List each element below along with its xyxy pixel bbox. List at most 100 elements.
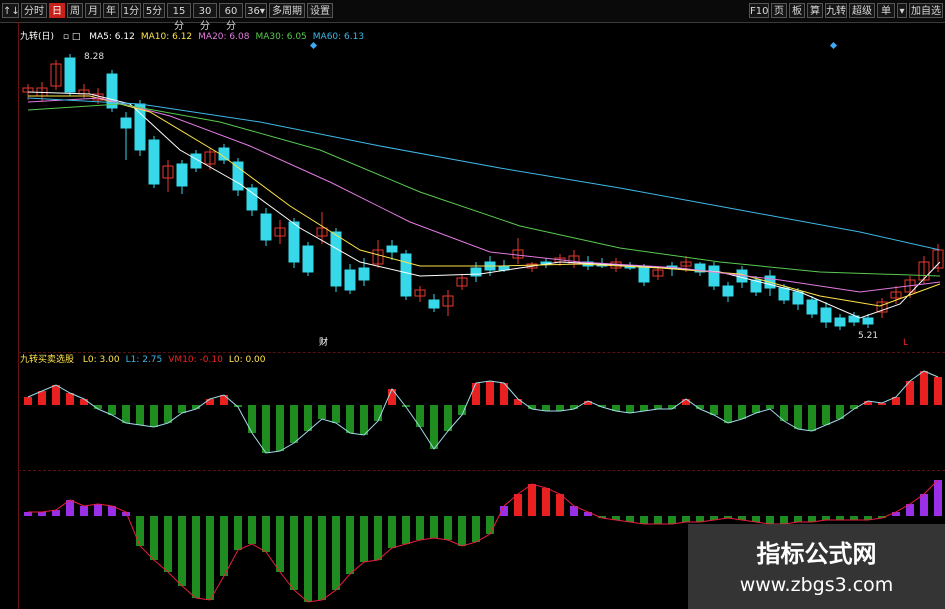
histogram-bar xyxy=(654,516,662,524)
histogram-bar xyxy=(136,405,144,425)
histogram-bar xyxy=(682,399,690,405)
histogram-bar xyxy=(724,405,732,423)
histogram-bar xyxy=(206,516,214,600)
candle-body xyxy=(176,163,188,187)
candle-body xyxy=(246,187,258,211)
histogram-bar xyxy=(304,405,312,431)
histogram-bar xyxy=(822,516,830,520)
histogram-bar xyxy=(332,516,340,590)
finance-marker[interactable]: 财 xyxy=(319,335,328,348)
histogram-bar xyxy=(556,494,564,516)
candle-body xyxy=(470,267,482,277)
histogram-bar xyxy=(794,516,802,522)
histogram-bar xyxy=(262,516,270,552)
histogram-bar xyxy=(738,405,746,419)
histogram-bar xyxy=(24,397,32,405)
histogram-bar xyxy=(892,512,900,516)
histogram-bar xyxy=(388,516,396,548)
histogram-bar xyxy=(206,399,214,405)
candle-body xyxy=(428,299,440,309)
watermark-title: 指标公式网 xyxy=(756,540,877,568)
histogram-bar xyxy=(360,516,368,562)
histogram-bar xyxy=(836,516,844,520)
histogram-bar xyxy=(164,516,172,572)
candle-body xyxy=(64,57,76,93)
histogram-bar xyxy=(192,516,200,598)
candle-body xyxy=(862,317,874,325)
histogram-bar xyxy=(430,405,438,449)
histogram-bar xyxy=(374,516,382,560)
histogram-bar xyxy=(472,383,480,405)
ma-line xyxy=(27,91,941,319)
histogram-bar xyxy=(920,494,928,516)
candle-body xyxy=(638,267,650,283)
histogram-bar xyxy=(458,405,466,415)
histogram-bar xyxy=(80,506,88,516)
histogram-bar xyxy=(24,512,32,516)
histogram-bar xyxy=(640,516,648,524)
watermark-url: www.zbgs3.com xyxy=(739,574,894,596)
histogram-bar xyxy=(934,377,942,405)
histogram-bar xyxy=(332,405,340,423)
candle-body xyxy=(302,245,314,273)
histogram-bar xyxy=(528,484,536,516)
histogram-bar xyxy=(220,516,228,576)
candle-body xyxy=(708,265,720,287)
high-price-label: 8.28 xyxy=(84,52,105,62)
histogram-bar xyxy=(360,405,368,435)
ma-line xyxy=(28,95,941,307)
histogram-bar xyxy=(388,389,396,405)
candle-body xyxy=(134,103,146,151)
histogram-bar xyxy=(514,399,522,405)
histogram-bar xyxy=(584,512,592,516)
histogram-bar xyxy=(430,516,438,538)
histogram-bar xyxy=(822,405,830,425)
candle-body xyxy=(400,253,412,297)
candle-body xyxy=(120,117,132,129)
histogram-bar xyxy=(52,385,60,405)
kline-chart[interactable] xyxy=(0,0,945,609)
histogram-bar xyxy=(38,512,46,516)
histogram-bar xyxy=(626,405,634,413)
histogram-bar xyxy=(66,393,74,405)
histogram-bar xyxy=(766,516,774,524)
candle-body xyxy=(386,245,398,253)
histogram-bar xyxy=(276,405,284,451)
histogram-bar xyxy=(486,516,494,534)
histogram-bar xyxy=(668,516,676,524)
histogram-bar xyxy=(150,516,158,560)
candle-body xyxy=(148,139,160,185)
histogram-bar xyxy=(276,516,284,572)
histogram-bar xyxy=(150,405,158,427)
histogram-bar xyxy=(780,516,788,524)
histogram-bar xyxy=(346,516,354,574)
histogram-bar xyxy=(682,516,690,522)
candle-body xyxy=(344,269,356,291)
histogram-bar xyxy=(318,516,326,600)
histogram-bar xyxy=(542,488,550,516)
candle-body xyxy=(722,285,734,297)
histogram-bar xyxy=(458,516,466,546)
histogram-bar xyxy=(374,405,382,421)
candle-body xyxy=(288,221,300,263)
watermark: 指标公式网 www.zbgs3.com xyxy=(688,524,945,609)
candle-body xyxy=(806,299,818,315)
histogram-bar xyxy=(38,391,46,405)
histogram-bar xyxy=(402,516,410,544)
histogram-bar xyxy=(472,516,480,542)
candle-body xyxy=(358,267,370,281)
histogram-bar xyxy=(262,405,270,453)
candle-body xyxy=(820,307,832,323)
histogram-bar xyxy=(766,405,774,409)
histogram-bar xyxy=(136,516,144,546)
histogram-bar xyxy=(514,494,522,516)
histogram-bar xyxy=(304,516,312,602)
histogram-bar xyxy=(178,516,186,586)
histogram-bar xyxy=(850,516,858,520)
candle-body xyxy=(792,291,804,305)
histogram-bar xyxy=(318,405,326,419)
histogram-bar xyxy=(794,405,802,429)
histogram-bar xyxy=(220,395,228,405)
ma-line xyxy=(27,97,941,293)
histogram-bar xyxy=(920,371,928,405)
